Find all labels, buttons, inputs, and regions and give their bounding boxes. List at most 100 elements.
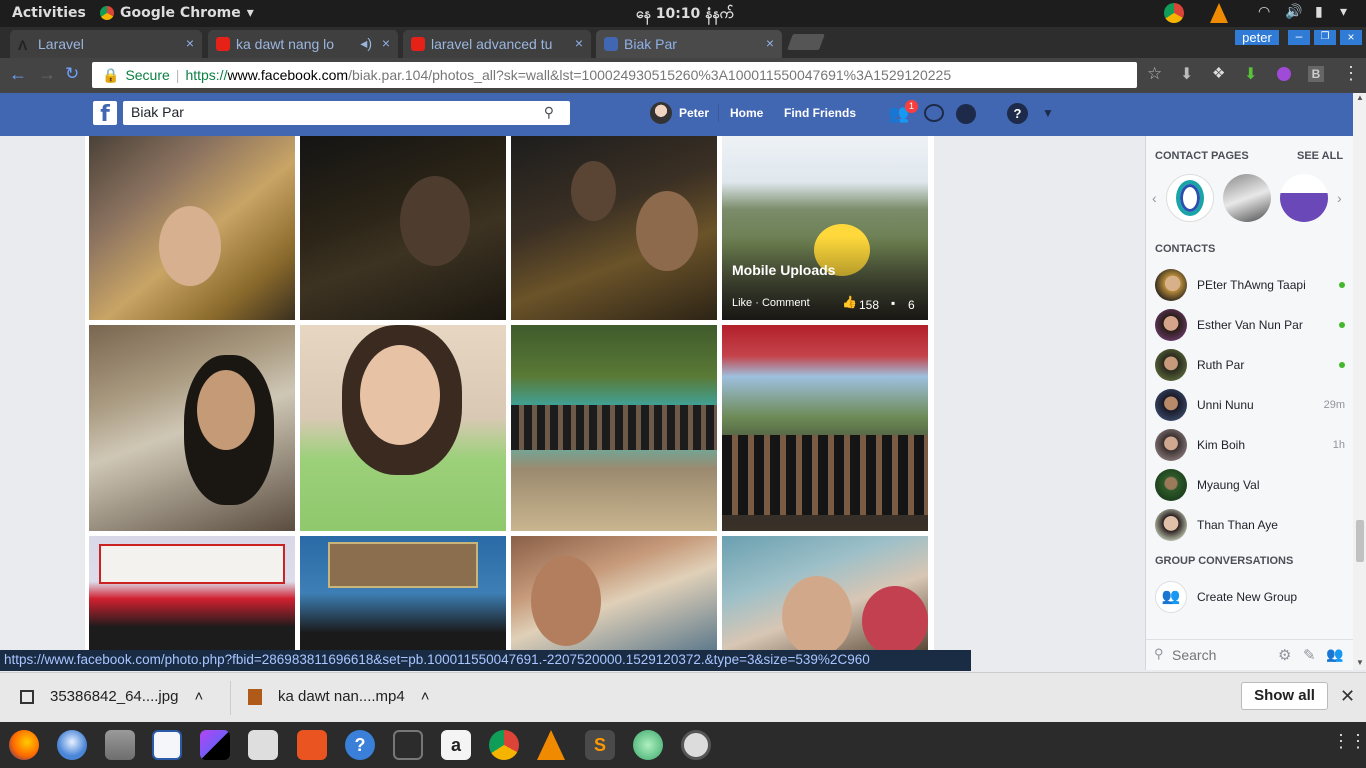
contact-page-avatar[interactable] xyxy=(1223,174,1271,222)
create-group-button[interactable]: 👥 Create New Group xyxy=(1155,581,1345,613)
atom-icon[interactable] xyxy=(633,730,663,760)
profile-avatar[interactable] xyxy=(650,102,672,124)
system-menu-chevron-icon[interactable]: ▾ xyxy=(1340,4,1347,20)
help-icon[interactable]: ? xyxy=(1007,103,1028,124)
chevron-right-icon[interactable]: › xyxy=(1337,190,1342,206)
chrome-dock-icon[interactable] xyxy=(489,730,519,760)
contact-item[interactable]: Than Than Aye xyxy=(1155,509,1345,541)
new-group-icon[interactable]: 👥 xyxy=(1326,646,1343,663)
chevron-up-icon[interactable]: ˄ xyxy=(421,688,430,705)
tab-youtube-1[interactable]: ka dawt nang lo ◂) × xyxy=(208,30,398,58)
back-icon[interactable]: ← xyxy=(9,64,27,85)
close-icon[interactable]: × xyxy=(575,35,583,51)
photo-tile[interactable] xyxy=(511,536,717,650)
extension-circle-icon[interactable] xyxy=(1277,67,1291,81)
volume-icon[interactable]: 🔊 xyxy=(1285,4,1302,20)
activities-button[interactable]: Activities xyxy=(12,5,86,21)
new-tab-button[interactable] xyxy=(787,34,825,50)
dropbox-icon[interactable]: ❖ xyxy=(1212,64,1225,82)
audio-playing-icon[interactable]: ◂) xyxy=(360,35,372,52)
download-item[interactable]: ka dawt nan....mp4 ˄ xyxy=(248,688,430,705)
close-downloads-icon[interactable]: ✕ xyxy=(1340,686,1355,707)
chrome-tray-icon[interactable] xyxy=(1164,3,1184,23)
contact-item[interactable]: Esther Van Nun Par xyxy=(1155,309,1345,341)
battery-icon[interactable]: ▮ xyxy=(1315,4,1323,20)
close-window-button[interactable]: × xyxy=(1340,30,1362,45)
photo-tile[interactable] xyxy=(300,136,506,320)
contact-item[interactable]: Kim Boih 1h xyxy=(1155,429,1345,461)
extension-b-icon[interactable]: B xyxy=(1308,66,1324,82)
photo-tile[interactable] xyxy=(722,325,928,531)
show-applications-icon[interactable]: ⋮⋮⋮ xyxy=(1332,731,1366,752)
firefox-icon[interactable] xyxy=(9,730,39,760)
wifi-icon[interactable]: ◠ xyxy=(1258,4,1270,20)
app-menu[interactable]: Google Chrome ▾ xyxy=(100,5,254,21)
writer-icon[interactable] xyxy=(152,730,182,760)
software-center-icon[interactable] xyxy=(297,730,327,760)
phpstorm-icon[interactable] xyxy=(200,730,230,760)
green-download-icon[interactable]: ⬇ xyxy=(1244,64,1257,84)
new-message-icon[interactable]: ✎ xyxy=(1303,646,1316,664)
messenger-icon[interactable] xyxy=(924,104,944,122)
tab-biak-par[interactable]: Biak Par × xyxy=(596,30,782,58)
scroll-up-icon[interactable]: ▲ xyxy=(1356,93,1364,102)
download-extension-icon[interactable]: ⬇ xyxy=(1180,64,1193,84)
photo-tile[interactable] xyxy=(511,136,717,320)
minimize-button[interactable]: – xyxy=(1288,30,1310,45)
clock[interactable]: နေ 10:10 နံနက် xyxy=(636,4,733,25)
thunderbird-icon[interactable] xyxy=(57,730,87,760)
photo-tile[interactable] xyxy=(511,325,717,531)
close-icon[interactable]: × xyxy=(382,35,390,51)
account-menu-chevron-icon[interactable]: ▼ xyxy=(1042,106,1054,120)
photo-tile[interactable] xyxy=(89,136,295,320)
see-all-link[interactable]: SEE ALL xyxy=(1297,150,1343,162)
contact-item[interactable]: Unni Nunu 29m xyxy=(1155,389,1345,421)
chat-search-input[interactable] xyxy=(1172,646,1272,664)
bookmark-star-icon[interactable]: ☆ xyxy=(1147,64,1162,84)
profile-badge[interactable]: peter xyxy=(1235,30,1279,45)
contact-item[interactable]: Ruth Par xyxy=(1155,349,1345,381)
photo-tile-album-cover[interactable]: Mobile Uploads Like · Comment 👍 158 ▪ 6 xyxy=(722,136,928,320)
photo-tile[interactable] xyxy=(300,536,506,650)
contact-item[interactable]: PEter ThAwng Taapi xyxy=(1155,269,1345,301)
close-icon[interactable]: × xyxy=(766,35,774,51)
tab-youtube-2[interactable]: laravel advanced tu × xyxy=(403,30,591,58)
scroll-down-icon[interactable]: ▼ xyxy=(1356,658,1364,667)
show-all-downloads-button[interactable]: Show all xyxy=(1241,682,1328,710)
photo-tile[interactable] xyxy=(300,325,506,531)
find-friends-link[interactable]: Find Friends xyxy=(784,106,856,120)
amazon-icon[interactable]: a xyxy=(441,730,471,760)
profile-link[interactable]: Peter xyxy=(679,106,709,120)
notifications-globe-icon[interactable] xyxy=(956,104,976,124)
album-title[interactable]: Mobile Uploads xyxy=(732,262,835,278)
terminal-icon[interactable] xyxy=(393,730,423,760)
like-comment-actions[interactable]: Like · Comment xyxy=(732,297,810,309)
help-app-icon[interactable]: ? xyxy=(345,730,375,760)
chrome-menu-icon[interactable]: ⋮ xyxy=(1342,63,1360,84)
chevron-left-icon[interactable]: ‹ xyxy=(1152,190,1157,206)
address-bar[interactable]: 🔒 Secure | https://www.facebook.com/biak… xyxy=(92,62,1137,88)
files-icon[interactable] xyxy=(105,730,135,760)
facebook-logo-icon[interactable]: f xyxy=(93,101,117,127)
photo-tile[interactable] xyxy=(89,536,295,650)
search-icon[interactable]: ⚲ xyxy=(544,104,554,121)
camera-icon[interactable] xyxy=(248,730,278,760)
tab-laravel[interactable]: Λ Laravel × xyxy=(10,30,202,58)
forward-icon[interactable]: → xyxy=(38,64,56,85)
gear-icon[interactable]: ⚙ xyxy=(1278,646,1291,664)
photo-tile[interactable] xyxy=(722,536,928,650)
contact-page-avatar[interactable] xyxy=(1280,174,1328,222)
reload-icon[interactable]: ↻ xyxy=(65,64,79,84)
sublime-icon[interactable]: S xyxy=(585,730,615,760)
contact-item[interactable]: Myaung Val xyxy=(1155,469,1345,501)
page-scrollbar[interactable]: ▲ ▼ xyxy=(1353,93,1366,670)
vlc-tray-icon[interactable] xyxy=(1210,3,1228,23)
download-item[interactable]: 35386842_64....jpg ˄ xyxy=(20,688,203,705)
home-link[interactable]: Home xyxy=(730,106,763,120)
close-icon[interactable]: × xyxy=(186,35,194,51)
photo-tile[interactable] xyxy=(89,325,295,531)
vlc-dock-icon[interactable] xyxy=(537,730,565,760)
ubuntu-update-icon[interactable] xyxy=(681,730,711,760)
facebook-search-input[interactable]: Biak Par ⚲ xyxy=(123,101,570,125)
maximize-button[interactable]: ❐ xyxy=(1314,30,1336,45)
